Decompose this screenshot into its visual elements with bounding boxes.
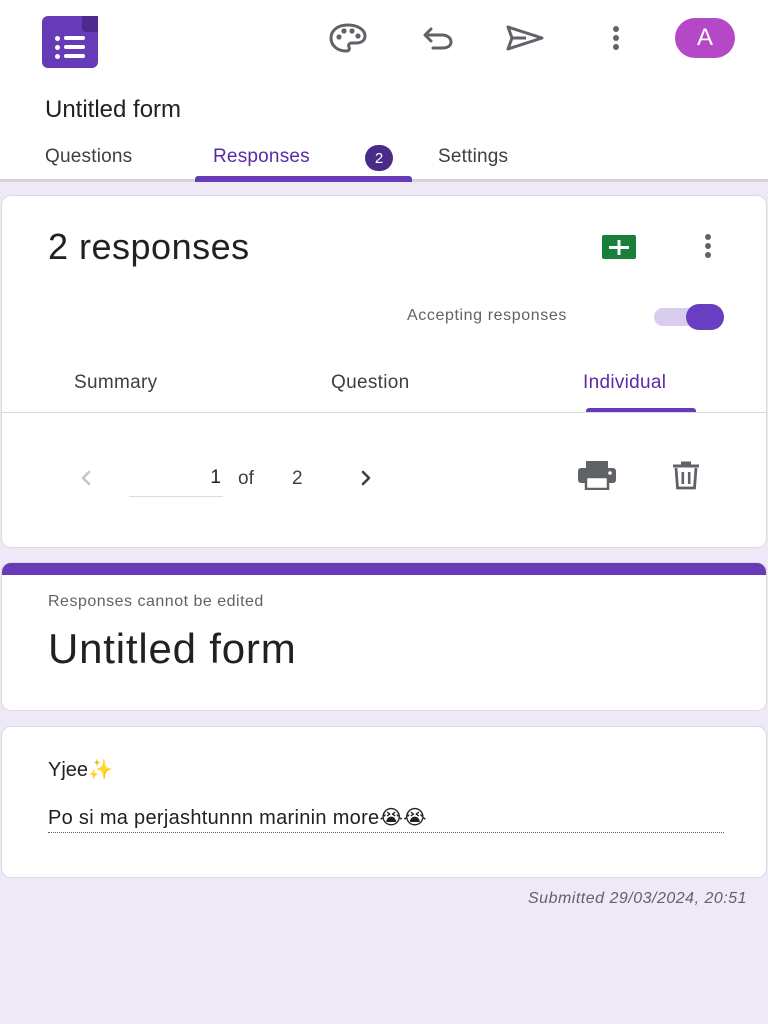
more-vert-icon[interactable] xyxy=(594,16,638,60)
tab-question[interactable]: Question xyxy=(331,372,409,394)
toggle-thumb[interactable] xyxy=(686,304,724,330)
form-accent-bar xyxy=(2,563,766,575)
print-icon[interactable] xyxy=(576,460,618,495)
submitted-timestamp: Submitted 29/03/2024, 20:51 xyxy=(528,890,747,907)
responses-cannot-be-edited-notice: Responses cannot be edited xyxy=(48,593,264,610)
send-icon[interactable] xyxy=(503,16,547,60)
palette-icon[interactable] xyxy=(326,16,370,60)
google-forms-icon[interactable] xyxy=(42,16,98,68)
delete-icon[interactable] xyxy=(670,460,702,495)
answer-text: Po si ma perjashtunnn marinin more😭😭 xyxy=(48,805,724,833)
tab-questions[interactable]: Questions xyxy=(45,146,132,168)
undo-icon[interactable] xyxy=(416,16,460,60)
app-header: A Untitled form Questions Responses 2 Se… xyxy=(0,0,768,182)
responses-count-badge: 2 xyxy=(365,145,393,171)
accepting-responses-label: Accepting responses xyxy=(407,307,567,324)
tab-settings[interactable]: Settings xyxy=(438,146,508,168)
form-title[interactable]: Untitled form xyxy=(45,96,181,124)
tab-responses[interactable]: Responses xyxy=(213,146,310,168)
previous-response-icon[interactable] xyxy=(72,464,100,492)
pager-of-label: of xyxy=(238,468,254,489)
active-tab-indicator xyxy=(195,176,412,182)
form-heading: Untitled form xyxy=(48,625,297,672)
question-card: Yjee✨ Po si ma perjashtunnn marinin more… xyxy=(1,726,767,878)
response-number-input[interactable]: 1 xyxy=(129,464,223,497)
responses-card: 2 responses Accepting responses Summary … xyxy=(1,195,767,548)
more-vert-icon[interactable] xyxy=(692,226,724,266)
sheets-icon[interactable] xyxy=(601,234,637,265)
tab-summary[interactable]: Summary xyxy=(74,372,157,394)
next-response-icon[interactable] xyxy=(352,464,380,492)
question-title: Yjee✨ xyxy=(48,759,113,781)
tab-individual[interactable]: Individual xyxy=(583,372,666,394)
pager-total: 2 xyxy=(292,468,303,489)
form-header-card: Responses cannot be edited Untitled form xyxy=(1,562,767,711)
avatar[interactable]: A xyxy=(675,18,735,58)
divider xyxy=(2,412,766,413)
responses-count: 2 responses xyxy=(48,226,250,267)
